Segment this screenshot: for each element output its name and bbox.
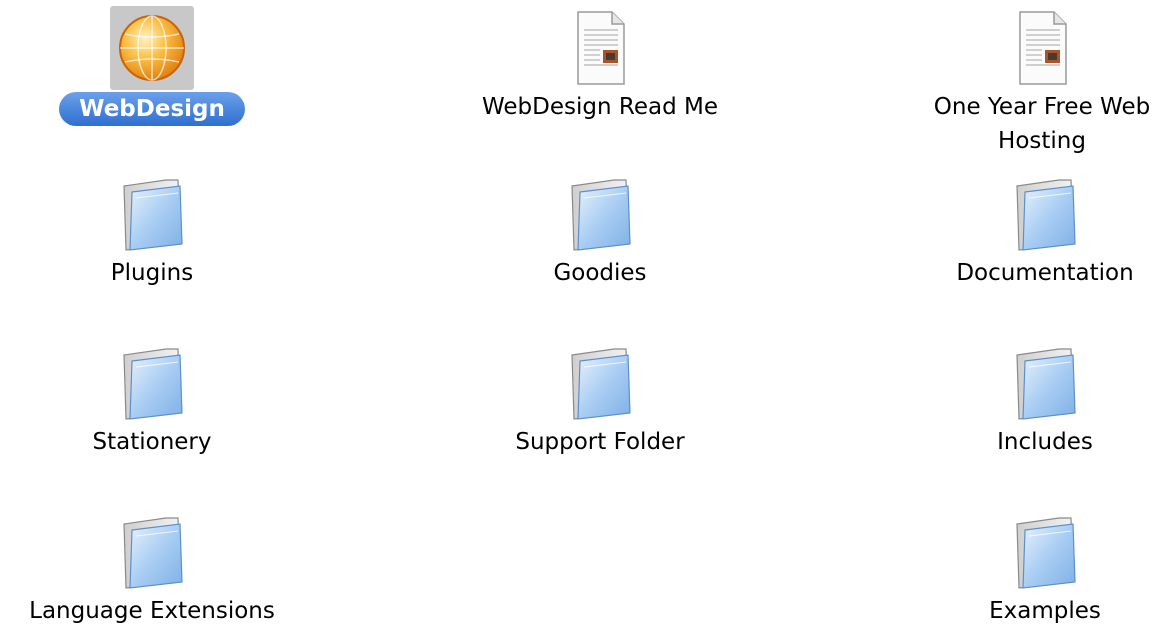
finder-window: WebDesign WebDesign Read Me One Year Fre… [0,0,1174,637]
folder-icon [123,517,183,589]
folder-item-goodies[interactable]: Goodies [440,178,760,290]
folder-item-stationery[interactable]: Stationery [0,347,312,459]
folder-icon [123,179,183,251]
file-item-webdesign-read-me[interactable]: WebDesign Read Me [440,10,760,124]
file-label: Support Folder [515,429,685,455]
folder-item-support-folder[interactable]: Support Folder [440,347,760,459]
file-label: One Year Free Web Hosting [933,94,1151,154]
file-item-webdesign[interactable]: WebDesign [0,6,312,126]
icon-highlight [110,6,194,90]
folder-icon [1016,517,1076,589]
folder-icon [1016,179,1076,251]
file-label: Plugins [110,260,194,286]
folder-icon [123,348,183,420]
file-label: Examples [989,598,1101,624]
file-label: WebDesign [59,92,245,126]
folder-item-plugins[interactable]: Plugins [0,178,312,290]
file-label: WebDesign Read Me [482,94,718,120]
folder-item-includes[interactable]: Includes [885,347,1174,459]
file-label: Stationery [92,429,212,455]
document-icon [577,11,625,85]
folder-item-examples[interactable]: Examples [885,516,1174,628]
folder-item-language-extensions[interactable]: Language Extensions [0,516,312,628]
file-label: Includes [997,429,1093,455]
folder-icon [571,179,631,251]
folder-icon [1016,348,1076,420]
file-item-one-year-free-web-hosting[interactable]: One Year Free Web Hosting [882,10,1174,158]
document-icon [1019,11,1067,85]
file-label: Goodies [553,260,647,286]
folder-icon [571,348,631,420]
globe-app-icon [119,15,185,81]
file-label: Documentation [956,260,1134,286]
folder-item-documentation[interactable]: Documentation [885,178,1174,290]
file-label: Language Extensions [29,598,275,624]
